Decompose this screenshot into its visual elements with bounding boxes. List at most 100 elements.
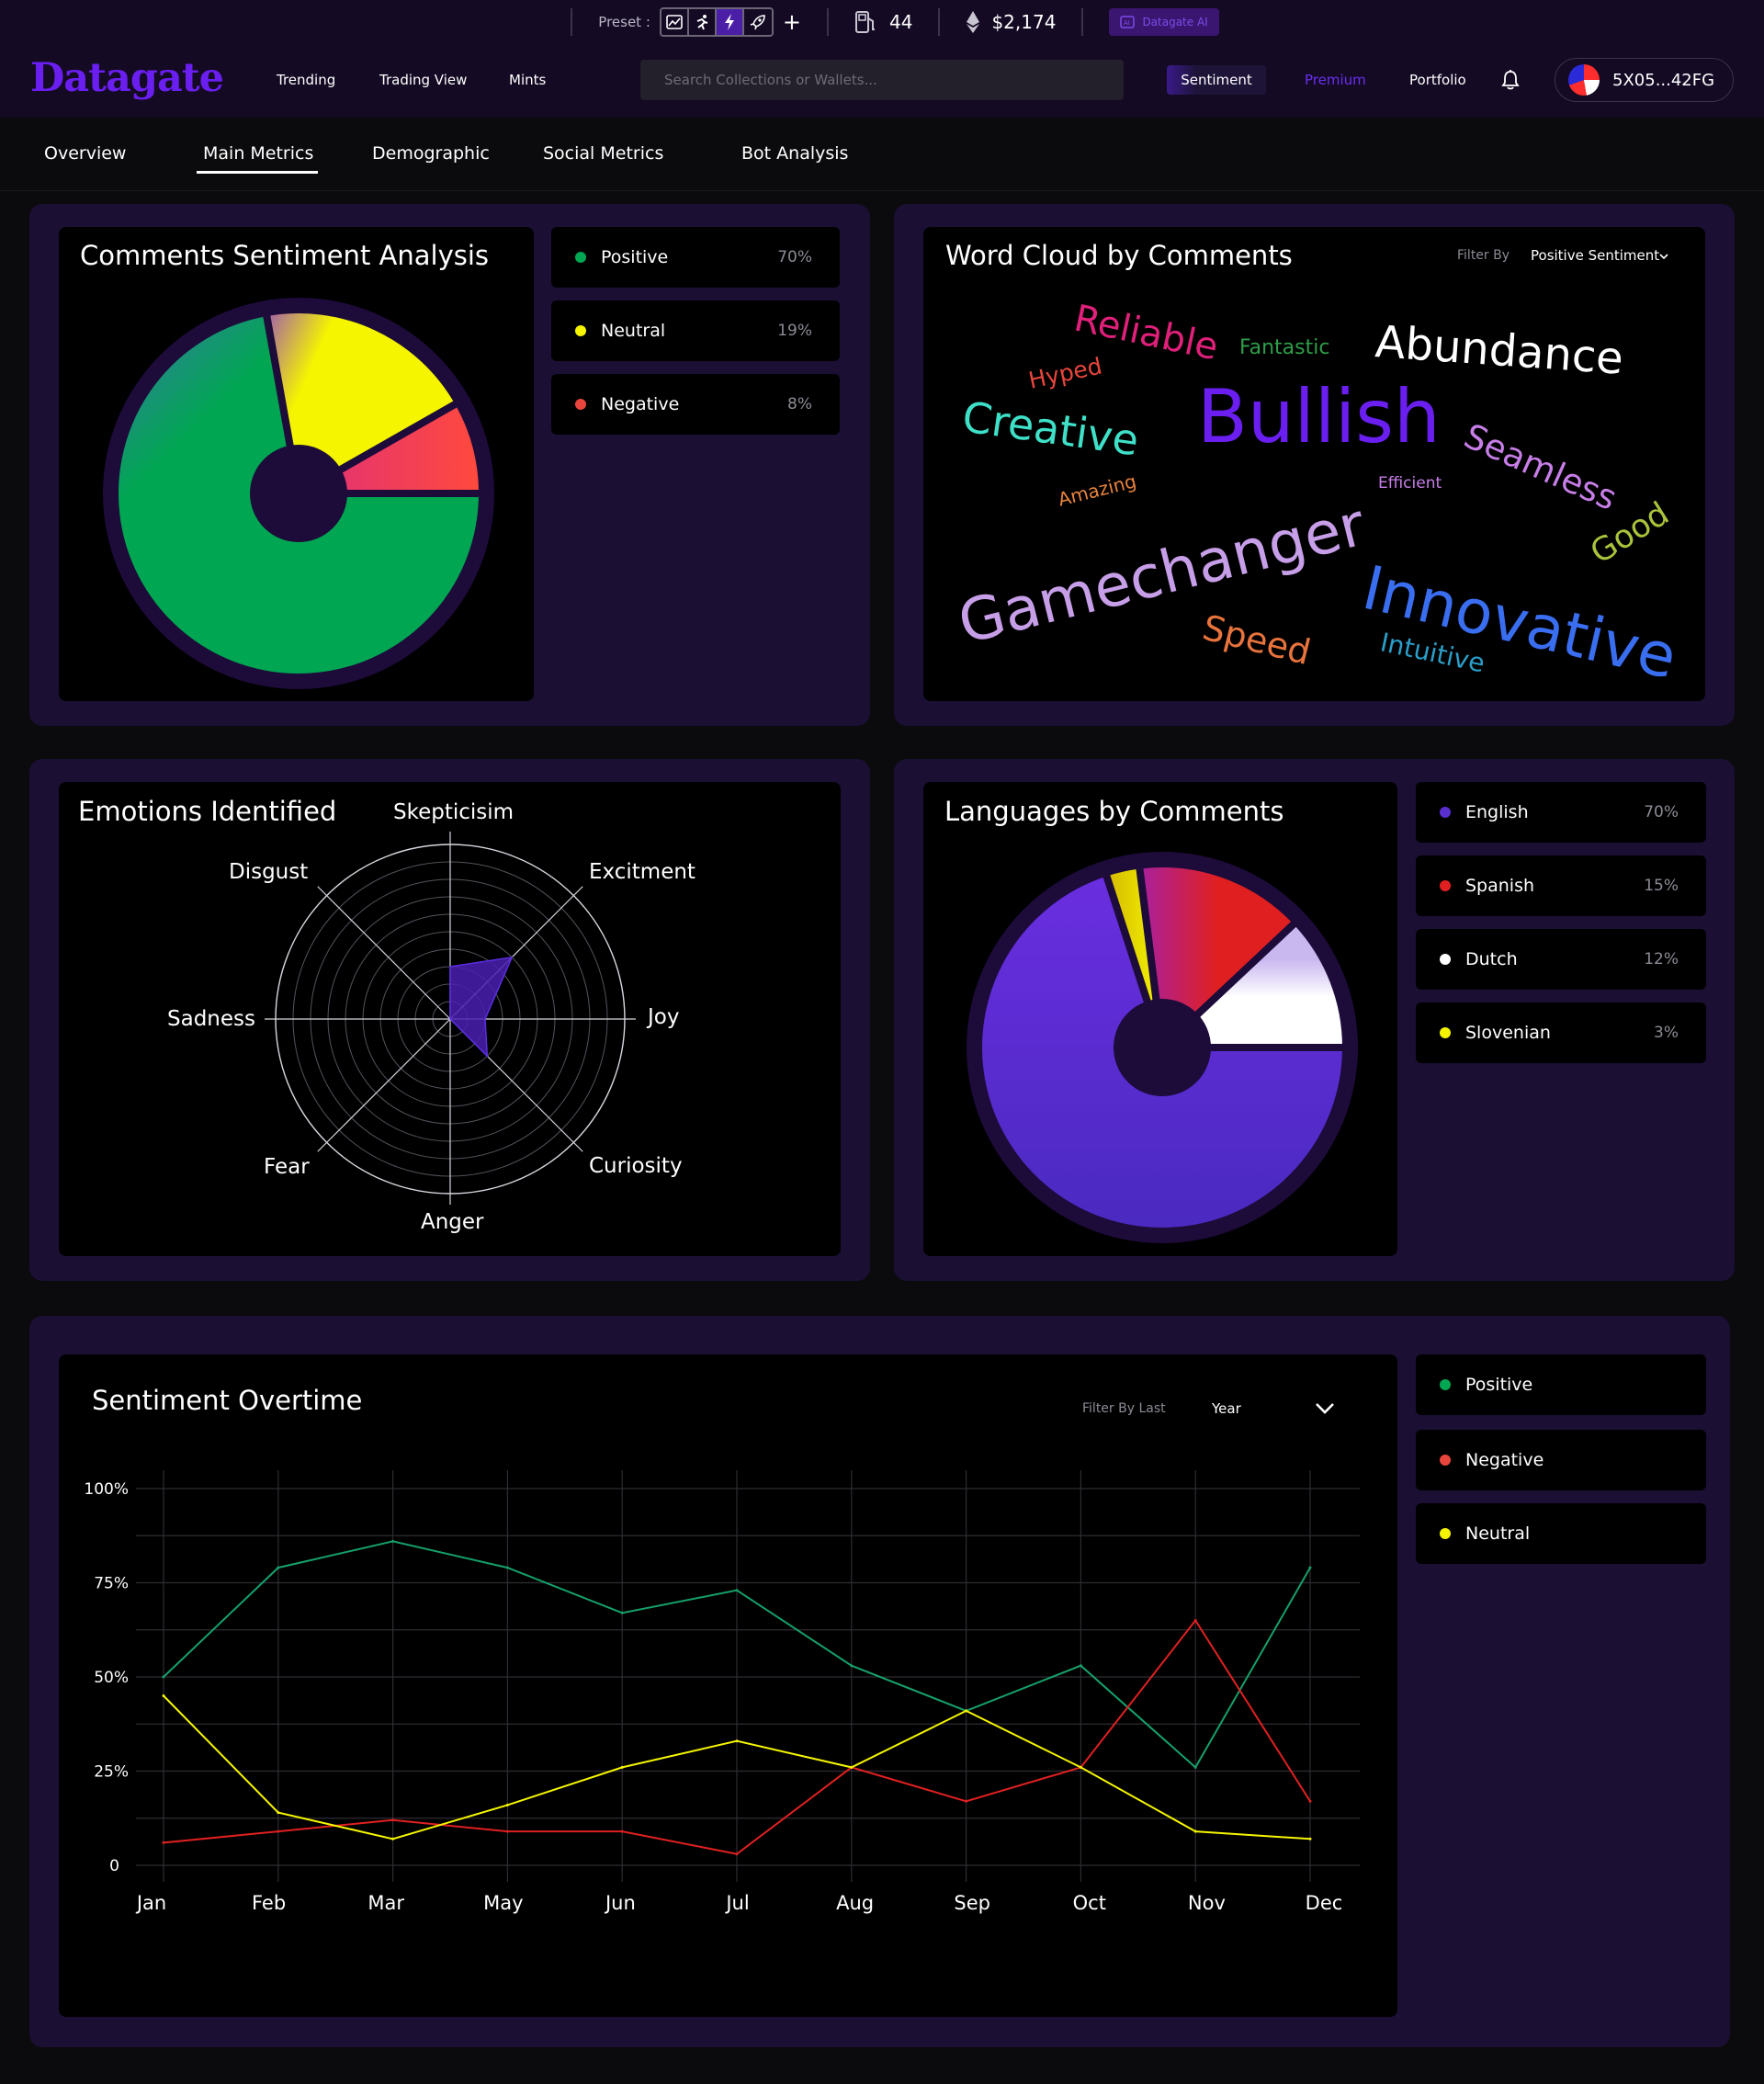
emotions-radar-chart: [265, 832, 636, 1205]
search-input[interactable]: Search Collections or Wallets...: [640, 60, 1124, 100]
legend-positive-line[interactable]: Positive: [1416, 1354, 1706, 1415]
legend-negative-line[interactable]: Negative: [1416, 1430, 1706, 1490]
legend-neutral[interactable]: Neutral 19%: [551, 300, 840, 361]
data-point-neutral: [1308, 1837, 1312, 1840]
time-filter-label: Filter By Last: [1082, 1401, 1166, 1416]
divider: [827, 8, 829, 36]
wallet-avatar: [1568, 64, 1600, 96]
x-tick-label: Aug: [836, 1892, 874, 1914]
data-point-positive: [850, 1664, 854, 1668]
legend-neutral-line[interactable]: Neutral: [1416, 1503, 1706, 1564]
data-point-negative: [162, 1840, 165, 1844]
data-point-negative: [965, 1799, 968, 1803]
preset-runner-icon[interactable]: [689, 9, 717, 35]
tab-social-metrics[interactable]: Social Metrics: [543, 143, 663, 164]
tab-demographic[interactable]: Demographic: [372, 143, 490, 164]
data-point-negative: [505, 1829, 509, 1833]
main-navbar: Datagate Trending Trading View Mints Sea…: [0, 44, 1764, 118]
ethereum-icon: [967, 11, 980, 33]
data-point-positive: [162, 1675, 165, 1679]
datagate-logo[interactable]: Datagate: [30, 55, 224, 101]
data-point-neutral: [620, 1765, 624, 1769]
data-point-positive: [1308, 1566, 1312, 1569]
chevron-down-icon[interactable]: [1658, 252, 1669, 261]
word-fantastic: Fantastic: [1239, 336, 1330, 359]
radar-label-fear: Fear: [264, 1155, 310, 1179]
y-tick-label: 0: [109, 1857, 119, 1875]
legend-dutch[interactable]: Dutch 12%: [1416, 929, 1706, 990]
legend-label: English: [1465, 802, 1529, 822]
wallet-button[interactable]: 5X05...42FG: [1555, 58, 1734, 102]
legend-pct: 15%: [1644, 877, 1679, 895]
eth-value: $2,174: [991, 11, 1057, 33]
data-point-neutral: [391, 1837, 395, 1840]
legend-positive[interactable]: Positive 70%: [551, 227, 840, 288]
x-tick-label: Jan: [135, 1892, 166, 1914]
top-status-bar: Preset : + 44 $2,174 AI Datagate AI: [0, 0, 1764, 44]
x-tick-label: Dec: [1306, 1892, 1343, 1914]
data-point-neutral: [505, 1803, 509, 1807]
sentiment-time-title: Sentiment Overtime: [92, 1385, 363, 1416]
y-tick-label: 75%: [94, 1575, 129, 1593]
radar-label-anger: Anger: [421, 1210, 484, 1234]
preset-rocket-icon[interactable]: [744, 9, 772, 35]
chevron-down-icon[interactable]: [1314, 1399, 1336, 1417]
divider: [571, 8, 573, 36]
radar-label-excitement: Excitment: [589, 860, 695, 884]
tab-overview[interactable]: Overview: [44, 143, 126, 164]
data-point-negative: [1193, 1619, 1197, 1622]
radar-label-sadness: Sadness: [167, 1007, 255, 1031]
legend-label: Dutch: [1465, 949, 1518, 969]
word-cloud-filter-label: Filter By: [1457, 248, 1510, 263]
active-tab-indicator: [197, 171, 318, 174]
radar-label-disgust: Disgust: [229, 860, 309, 884]
nav-trading-view[interactable]: Trading View: [379, 72, 467, 88]
data-point-negative: [620, 1829, 624, 1833]
ai-chip-icon: AI: [1120, 16, 1136, 28]
notification-bell-icon[interactable]: [1500, 69, 1521, 95]
nav-premium[interactable]: Premium: [1305, 72, 1366, 88]
legend-label: Positive: [1465, 1375, 1533, 1395]
nav-portfolio[interactable]: Portfolio: [1409, 72, 1466, 88]
radar-label-joy: Joy: [648, 1005, 680, 1029]
tab-main-metrics[interactable]: Main Metrics: [203, 143, 313, 164]
legend-english[interactable]: English 70%: [1416, 782, 1706, 843]
wallet-address: 5X05...42FG: [1612, 70, 1715, 90]
svg-text:AI: AI: [1124, 19, 1130, 27]
legend-pct: 19%: [777, 322, 812, 340]
data-point-positive: [277, 1566, 280, 1569]
radar-axis-fear: [317, 1018, 451, 1152]
word-cloud-title: Word Cloud by Comments: [945, 240, 1293, 271]
x-tick-label: May: [483, 1892, 523, 1914]
negative-dot: [1440, 1455, 1451, 1466]
legend-pct: 12%: [1644, 950, 1679, 968]
data-point-negative: [277, 1829, 280, 1833]
data-point-neutral: [735, 1739, 739, 1743]
spanish-dot: [1440, 880, 1451, 891]
x-tick-label: Nov: [1188, 1892, 1226, 1914]
nav-trending[interactable]: Trending: [277, 72, 335, 88]
word-efficient: Efficient: [1378, 474, 1442, 493]
tab-bot-analysis[interactable]: Bot Analysis: [741, 143, 848, 164]
datagate-ai-button[interactable]: AI Datagate AI: [1109, 8, 1219, 36]
time-filter-select[interactable]: Year: [1212, 1400, 1241, 1417]
positive-dot: [575, 252, 586, 263]
ai-button-label: Datagate AI: [1142, 16, 1208, 28]
sentiment-center-hole: [250, 445, 347, 542]
legend-negative[interactable]: Negative 8%: [551, 374, 840, 435]
preset-chart-icon[interactable]: [662, 9, 689, 35]
dutch-dot: [1440, 954, 1451, 965]
legend-label: Slovenian: [1465, 1023, 1551, 1043]
add-preset-button[interactable]: +: [783, 9, 801, 35]
nav-mints[interactable]: Mints: [509, 72, 546, 88]
y-tick-label: 25%: [94, 1763, 129, 1782]
english-dot: [1440, 807, 1451, 818]
nav-sentiment[interactable]: Sentiment: [1167, 65, 1266, 95]
legend-spanish[interactable]: Spanish 15%: [1416, 855, 1706, 916]
sentiment-line-chart: 0 25% 50% 75% 100% Jan Feb Mar May Jun Jul Aug Sep Oc…: [84, 1470, 1360, 1914]
word-cloud-filter-select[interactable]: Positive Sentiment: [1531, 247, 1659, 264]
preset-bolt-icon[interactable]: [716, 9, 744, 35]
sentiment-pie-chart: [103, 298, 494, 689]
legend-slovenian[interactable]: Slovenian 3%: [1416, 1002, 1706, 1063]
x-tick-label: Mar: [368, 1892, 404, 1914]
